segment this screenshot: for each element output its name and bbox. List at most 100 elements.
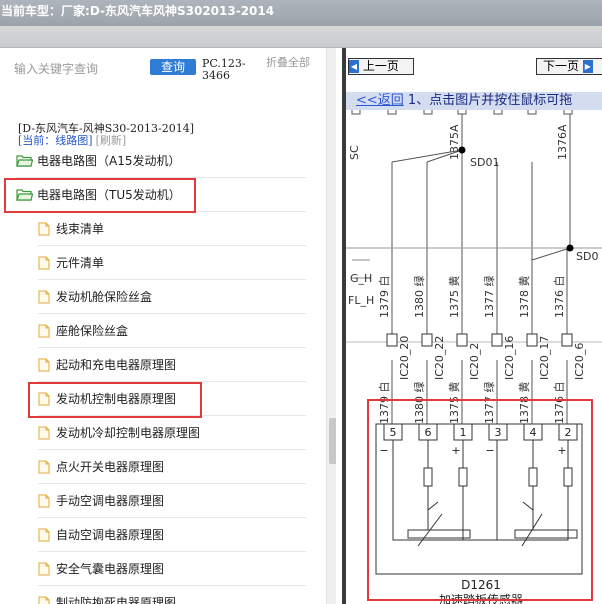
vehicle-value: 厂家:D-东风汽车风神S302013-2014 [61,4,275,18]
page-icon [38,358,50,371]
pin-number: 2 [565,426,572,439]
page-icon [38,528,50,541]
left-scrollbar[interactable] [326,48,336,604]
top-label: SC [348,145,361,160]
diagram-viewer: ◀ 上一页 下一页 ▶ <<返回 1、点击图片并按住鼠标可拖 SC 1375A … [346,48,602,604]
wire-label: 1379 白 [377,382,391,425]
page-icon [38,562,50,575]
page-nav-bar: ◀ 上一页 下一页 ▶ [346,48,602,88]
page-icon [38,426,50,439]
polarity-mark: − [379,444,388,457]
side-label: FL_H [348,294,374,307]
connector-label: IC20_22 [433,336,446,380]
connector-label: IC20_6 [573,343,586,380]
instruction-bar: <<返回 1、点击图片并按住鼠标可拖 [346,92,602,110]
wire-label: 1379 白 [377,276,391,319]
tree-page-item[interactable]: 线束清单 [38,212,306,246]
tree-page-label: 制动防抱死电器原理图 [56,596,177,604]
tree-page-label: 发动机冷却控制电器原理图 [56,426,201,440]
tree-folder-label: 电器电路图（TU5发动机） [37,188,181,202]
tree-page-item[interactable]: 手动空调电器原理图 [38,484,306,518]
folder-open-icon [16,189,33,201]
tree-page-item[interactable]: 座舱保险丝盒 [38,314,306,348]
component-code: D1261 [461,578,501,592]
page-icon [38,290,50,303]
pin-number: 1 [460,426,467,439]
page-icon [38,494,50,507]
connector-label: IC20_16 [503,336,516,380]
polarity-mark: + [451,444,460,457]
tree-page-label: 发动机控制电器原理图 [56,392,177,406]
tree-page-item[interactable]: 点火开关电器原理图 [38,450,306,484]
tree-page-item[interactable]: 安全气囊电器原理图 [38,552,306,586]
connector-label: IC20_20 [398,336,411,380]
tree-page-label: 元件清单 [56,256,105,270]
next-page-label: 下一页 [543,59,580,73]
connector-label: IC20_17 [538,336,551,380]
wire-label: 1375 黄 [447,276,461,319]
wire-label: 1380 绿 [412,382,426,425]
tree-page-item[interactable]: 制动防抱死电器原理图 [38,586,306,604]
page-icon [38,392,50,405]
pin-number: 3 [495,426,502,439]
tree-page-label: 手动空调电器原理图 [56,494,165,508]
tree-page-item[interactable]: 发动机冷却控制电器原理图 [38,416,306,450]
wire-label: 1378 黄 [517,276,531,319]
pin-number: 6 [425,426,432,439]
tree-page-label: 起动和充电电器原理图 [56,358,177,372]
tree-folder-label: 电器电路图（A15发动机） [37,154,181,168]
top-label: 1375A [448,124,461,160]
search-input[interactable] [14,58,144,80]
top-label: 1376A [556,124,569,160]
tree-page-label: 安全气囊电器原理图 [56,562,165,576]
page-icon [38,256,50,269]
page-icon [38,222,50,235]
connector-label: IC20_2 [468,343,481,380]
page-icon [38,596,50,604]
node-label: SD01 [470,156,499,169]
arrow-right-icon: ▶ [582,60,593,73]
tree-page-label: 座舱保险丝盒 [56,324,129,338]
wire-label: 1375 黄 [447,382,461,425]
wiring-diagram[interactable]: SC 1375A 1376A SD01 SD0 G_H FL_H 1379 白 … [346,110,602,604]
node-label: SD0 [576,250,598,263]
tree-page-item[interactable]: 发动机舱保险丝盒 [38,280,306,314]
collapse-all-link[interactable]: 折叠全部 [266,57,312,69]
tree-page-item[interactable]: 发动机控制电器原理图 [38,382,306,416]
folder-open-icon [16,155,33,167]
sub-toolbar [0,26,602,48]
search-row: 查询 PC.123-3466 折叠全部 [0,48,336,98]
page-icon [38,460,50,473]
scroll-thumb[interactable] [329,418,336,464]
wire-label: 1376 白 [552,276,566,319]
next-page-button[interactable]: 下一页 ▶ [536,58,602,75]
wire-label: 1377 绿 [482,382,496,425]
vehicle-label: 当前车型： [1,4,62,18]
arrow-left-icon: ◀ [349,60,359,73]
pin-number: 5 [390,426,397,439]
page-icon [38,324,50,337]
prev-page-label: 上一页 [362,59,399,73]
tree-page-label: 自动空调电器原理图 [56,528,165,542]
tree-page-label: 线束清单 [56,222,105,236]
search-button[interactable]: 查询 [150,59,196,75]
title-bar: 当前车型：厂家:D-东风汽车风神S302013-2014 [0,0,602,26]
back-link[interactable]: <<返回 [356,93,404,108]
wire-label: 1378 黄 [517,382,531,425]
tree-page-label: 点火开关电器原理图 [56,460,165,474]
tree-page-item[interactable]: 起动和充电电器原理图 [38,348,306,382]
tree-page-item[interactable]: 自动空调电器原理图 [38,518,306,552]
prev-page-button[interactable]: ◀ 上一页 [348,58,414,75]
instruction-text: 1、点击图片并按住鼠标可拖 [403,93,573,108]
side-label: G_H [350,272,372,285]
tree-page-label: 发动机舱保险丝盒 [56,290,153,304]
left-panel: 查询 PC.123-3466 折叠全部 [D-东风汽车-风神S30-2013-2… [0,48,336,604]
tree-folder-a15[interactable]: 电器电路图（A15发动机） [16,144,306,178]
polarity-mark: − [485,444,494,457]
tree-page-item[interactable]: 元件清单 [38,246,306,280]
wire-label: 1376 白 [552,382,566,425]
polarity-mark: + [557,444,566,457]
wire-label: 1377 绿 [482,276,496,319]
wire-label: 1380 绿 [412,276,426,319]
tree-folder-tu5[interactable]: 电器电路图（TU5发动机） [16,178,306,212]
